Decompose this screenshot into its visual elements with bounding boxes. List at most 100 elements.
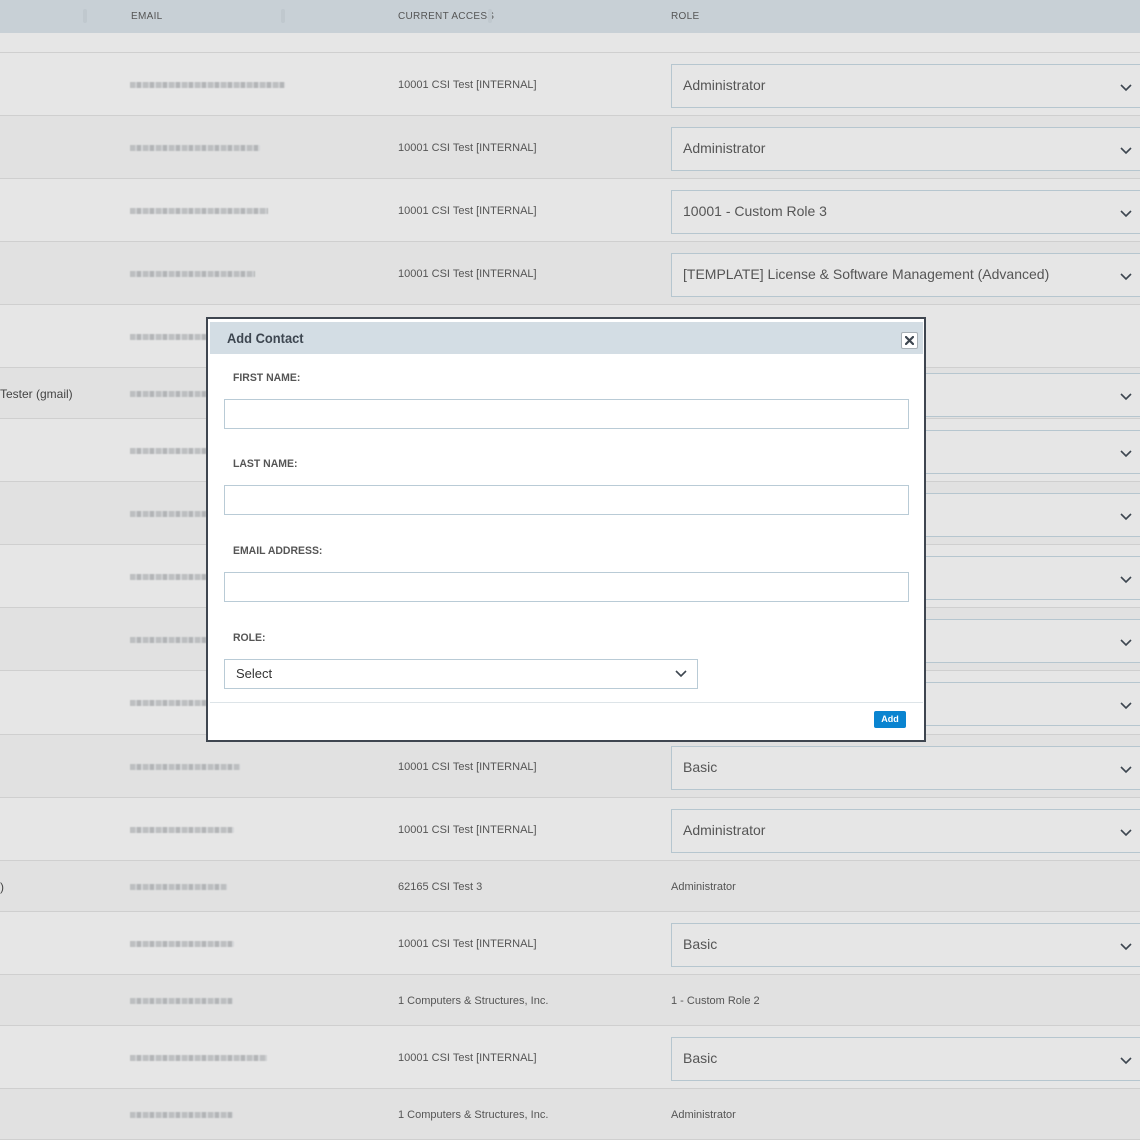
contact-email: [124, 53, 289, 116]
role-dropdown-value: Administrator: [683, 140, 766, 156]
role-dropdown[interactable]: [TEMPLATE] License & Software Management…: [671, 253, 1140, 297]
role-dropdown[interactable]: Basic: [671, 1037, 1140, 1081]
role-label: ROLE:: [233, 632, 266, 644]
role-dropdown-value: Administrator: [683, 77, 766, 93]
current-access: 1 Computers & Structures, Inc.: [398, 1109, 549, 1121]
modal-footer-divider: [210, 702, 923, 703]
role-dropdown[interactable]: Administrator: [671, 64, 1140, 108]
chevron-down-icon: [1120, 943, 1132, 951]
email-address-label: EMAIL ADDRESS:: [233, 545, 323, 557]
contact-email: [124, 179, 289, 242]
table-row[interactable]: 10001 CSI Test [INTERNAL] Basic: [0, 912, 1140, 975]
add-button[interactable]: Add: [874, 711, 906, 728]
chevron-down-icon: [1120, 273, 1132, 281]
redacted-email: [130, 884, 227, 890]
role-dropdown[interactable]: Administrator: [671, 809, 1140, 853]
contact-email: [124, 975, 289, 1026]
column-header-current-access[interactable]: CURRENT ACCESS: [398, 11, 494, 22]
role-dropdown-value: Basic: [683, 759, 718, 775]
chevron-down-icon: [1120, 576, 1132, 584]
modal-header: Add Contact: [210, 322, 923, 354]
close-button[interactable]: [901, 332, 918, 349]
column-resize-handle[interactable]: [488, 9, 492, 23]
chevron-down-icon: [1120, 147, 1132, 155]
role-dropdown-value: 10001 - Custom Role 3: [683, 203, 827, 219]
table-spacer-row: [0, 33, 1140, 53]
table-row[interactable]: 10001 CSI Test [INTERNAL] Administrator: [0, 798, 1140, 861]
redacted-email: [130, 208, 268, 214]
table-row[interactable]: 10001 CSI Test [INTERNAL] [TEMPLATE] Lice…: [0, 242, 1140, 305]
current-access: 10001 CSI Test [INTERNAL]: [398, 824, 537, 836]
redacted-email: [130, 1055, 267, 1061]
current-access: 10001 CSI Test [INTERNAL]: [398, 142, 537, 154]
role-select-value: Select: [236, 666, 273, 681]
chevron-down-icon: [1120, 829, 1132, 837]
current-access: 10001 CSI Test [INTERNAL]: [398, 268, 537, 280]
current-access: 1 Computers & Structures, Inc.: [398, 995, 549, 1007]
redacted-email: [130, 145, 260, 151]
chevron-down-icon: [1120, 702, 1132, 710]
contact-name: ): [0, 880, 4, 894]
role-dropdown[interactable]: Basic: [671, 923, 1140, 967]
role-dropdown-value: Basic: [683, 936, 718, 952]
column-header-role[interactable]: ROLE: [671, 11, 699, 22]
table-row[interactable]: 10001 CSI Test [INTERNAL] Basic: [0, 735, 1140, 798]
last-name-input[interactable]: [224, 485, 909, 515]
email-address-input[interactable]: [224, 572, 909, 602]
contact-email: [124, 242, 289, 305]
chevron-down-icon: [1120, 639, 1132, 647]
chevron-down-icon: [675, 670, 687, 678]
redacted-email: [130, 82, 285, 88]
column-header-email[interactable]: EMAIL: [131, 11, 163, 22]
last-name-label: LAST NAME:: [233, 458, 298, 470]
role-select[interactable]: Select: [224, 659, 698, 689]
redacted-email: [130, 764, 240, 770]
table-row[interactable]: 1 Computers & Structures, Inc. Administra…: [0, 1089, 1140, 1140]
current-access: 62165 CSI Test 3: [398, 881, 483, 893]
add-contact-modal: Add Contact FIRST NAME: LAST NAME: EMAIL…: [206, 317, 926, 742]
contact-name: Tester (gmail): [0, 387, 73, 401]
role-dropdown-value: Administrator: [683, 822, 766, 838]
contact-email: [124, 735, 289, 798]
contact-email: [124, 1089, 289, 1140]
role-text: 1 - Custom Role 2: [671, 995, 760, 1007]
table-row[interactable]: ) 62165 CSI Test 3 Administrator: [0, 861, 1140, 912]
current-access: 10001 CSI Test [INTERNAL]: [398, 1052, 537, 1064]
redacted-email: [130, 271, 255, 277]
current-access: 10001 CSI Test [INTERNAL]: [398, 79, 537, 91]
role-dropdown[interactable]: 10001 - Custom Role 3: [671, 190, 1140, 234]
table-row[interactable]: 10001 CSI Test [INTERNAL] Administrator: [0, 53, 1140, 116]
role-dropdown-value: Basic: [683, 1050, 718, 1066]
contact-email: [124, 861, 289, 912]
chevron-down-icon: [1120, 84, 1132, 92]
role-text: Administrator: [671, 881, 736, 893]
current-access: 10001 CSI Test [INTERNAL]: [398, 938, 537, 950]
chevron-down-icon: [1120, 1057, 1132, 1065]
role-text: Administrator: [671, 1109, 736, 1121]
current-access: 10001 CSI Test [INTERNAL]: [398, 205, 537, 217]
column-resize-handle[interactable]: [281, 9, 285, 23]
role-dropdown[interactable]: Administrator: [671, 127, 1140, 171]
contact-email: [124, 116, 289, 179]
first-name-input[interactable]: [224, 399, 909, 429]
chevron-down-icon: [1120, 393, 1132, 401]
contact-email: [124, 912, 289, 975]
table-row[interactable]: 10001 CSI Test [INTERNAL] Basic: [0, 1026, 1140, 1089]
column-resize-handle[interactable]: [83, 9, 87, 23]
table-row[interactable]: 10001 CSI Test [INTERNAL] Administrator: [0, 116, 1140, 179]
contact-email: [124, 798, 289, 861]
redacted-email: [130, 1112, 233, 1118]
current-access: 10001 CSI Test [INTERNAL]: [398, 761, 537, 773]
chevron-down-icon: [1120, 450, 1132, 458]
close-icon: [905, 336, 914, 345]
table-row[interactable]: 1 Computers & Structures, Inc. 1 - Custom…: [0, 975, 1140, 1026]
role-dropdown[interactable]: Basic: [671, 746, 1140, 790]
chevron-down-icon: [1120, 766, 1132, 774]
contact-email: [124, 1026, 289, 1089]
table-row[interactable]: 10001 CSI Test [INTERNAL] 10001 - Custom …: [0, 179, 1140, 242]
contacts-page: EMAIL CURRENT ACCESS ROLE 10001 CSI Test…: [0, 0, 1140, 1140]
redacted-email: [130, 941, 234, 947]
chevron-down-icon: [1120, 210, 1132, 218]
redacted-email: [130, 998, 233, 1004]
role-dropdown-value: [TEMPLATE] License & Software Management…: [683, 266, 1050, 282]
